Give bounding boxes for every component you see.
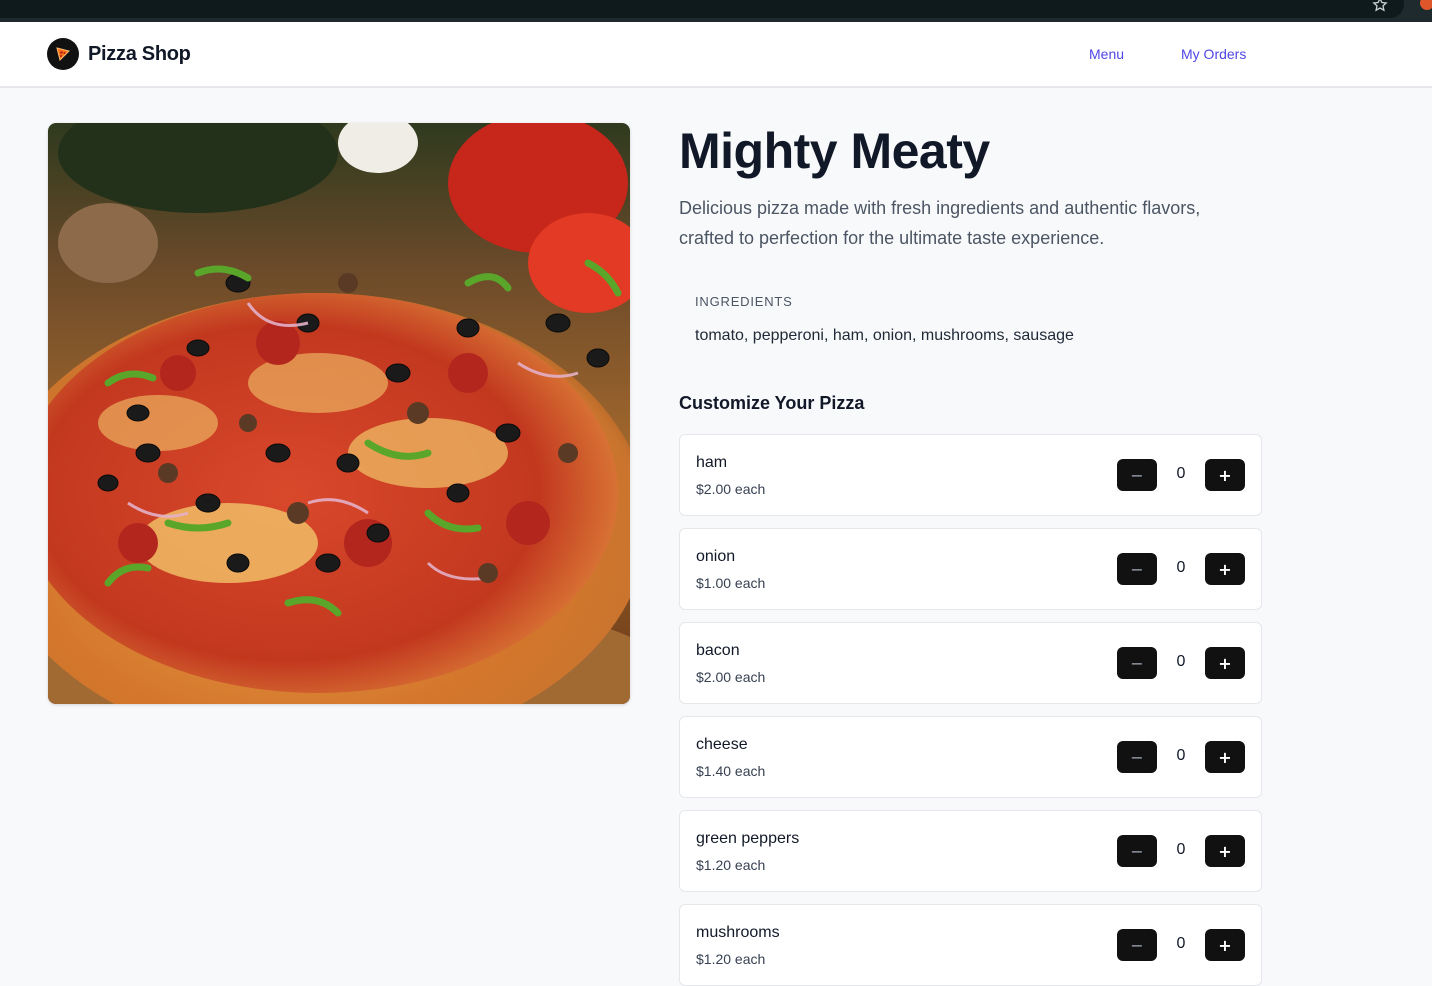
topping-price: $1.20 each <box>696 857 766 873</box>
decrease-mushrooms-button[interactable]: − <box>1117 929 1157 961</box>
topping-name: onion <box>696 548 736 565</box>
increase-mushrooms-button[interactable]: + <box>1205 929 1245 961</box>
topping-row-cheese: cheese $1.40 each − 0 + <box>679 716 1262 798</box>
topping-row-onion: onion $1.00 each − 0 + <box>679 528 1262 610</box>
topping-name: bacon <box>696 642 740 659</box>
increase-cheese-button[interactable]: + <box>1205 741 1245 773</box>
topping-price: $1.40 each <box>696 763 766 779</box>
address-bar[interactable]: 947012e1-105f-4303-9c45-52875abe41ec <box>0 0 1404 18</box>
brand[interactable]: Pizza Shop <box>47 38 191 70</box>
site-header: Pizza Shop Menu My Orders <box>0 22 1432 88</box>
nav-my-orders-link[interactable]: My Orders <box>1181 46 1246 62</box>
increase-ham-button[interactable]: + <box>1205 459 1245 491</box>
pizza-image <box>48 123 630 704</box>
decrease-green-peppers-button[interactable]: − <box>1117 835 1157 867</box>
product-description: Delicious pizza made with fresh ingredie… <box>679 198 1201 248</box>
topping-name: mushrooms <box>696 924 780 941</box>
topping-price: $2.00 each <box>696 669 766 685</box>
ingredients-label: INGREDIENTS <box>695 294 793 309</box>
increase-bacon-button[interactable]: + <box>1205 647 1245 679</box>
topping-row-green-peppers: green peppers $1.20 each − 0 + <box>679 810 1262 892</box>
topping-row-mushrooms: mushrooms $1.20 each − 0 + <box>679 904 1262 986</box>
decrease-cheese-button[interactable]: − <box>1117 741 1157 773</box>
topping-price: $1.00 each <box>696 575 766 591</box>
brand-name: Pizza Shop <box>88 42 191 65</box>
topping-row-ham: ham $2.00 each − 0 + <box>679 434 1262 516</box>
topping-quantity: 0 <box>1176 653 1186 670</box>
pizza-slice-logo-icon <box>47 38 79 70</box>
topping-quantity: 0 <box>1176 935 1186 952</box>
topping-name: cheese <box>696 736 748 753</box>
increase-onion-button[interactable]: + <box>1205 553 1245 585</box>
topping-name: green peppers <box>696 830 800 847</box>
topping-price: $2.00 each <box>696 481 766 497</box>
ingredients-list: tomato, pepperoni, ham, onion, mushrooms… <box>695 327 1074 344</box>
increase-green-peppers-button[interactable]: + <box>1205 835 1245 867</box>
topping-quantity: 0 <box>1176 465 1186 482</box>
topping-name: ham <box>696 454 728 471</box>
decrease-onion-button[interactable]: − <box>1117 553 1157 585</box>
topping-row-bacon: bacon $2.00 each − 0 + <box>679 622 1262 704</box>
bookmark-star-icon[interactable] <box>1372 0 1388 13</box>
extension-icon[interactable] <box>1420 0 1432 10</box>
topping-quantity: 0 <box>1176 747 1186 764</box>
topping-price: $1.20 each <box>696 951 766 967</box>
browser-chrome: 947012e1-105f-4303-9c45-52875abe41ec <box>0 0 1432 22</box>
nav-menu-link[interactable]: Menu <box>1089 46 1124 62</box>
customize-title: Customize Your Pizza <box>679 393 865 413</box>
product-title: Mighty Meaty <box>679 123 990 179</box>
decrease-ham-button[interactable]: − <box>1117 459 1157 491</box>
topping-quantity: 0 <box>1176 841 1186 858</box>
topping-quantity: 0 <box>1176 559 1186 576</box>
decrease-bacon-button[interactable]: − <box>1117 647 1157 679</box>
